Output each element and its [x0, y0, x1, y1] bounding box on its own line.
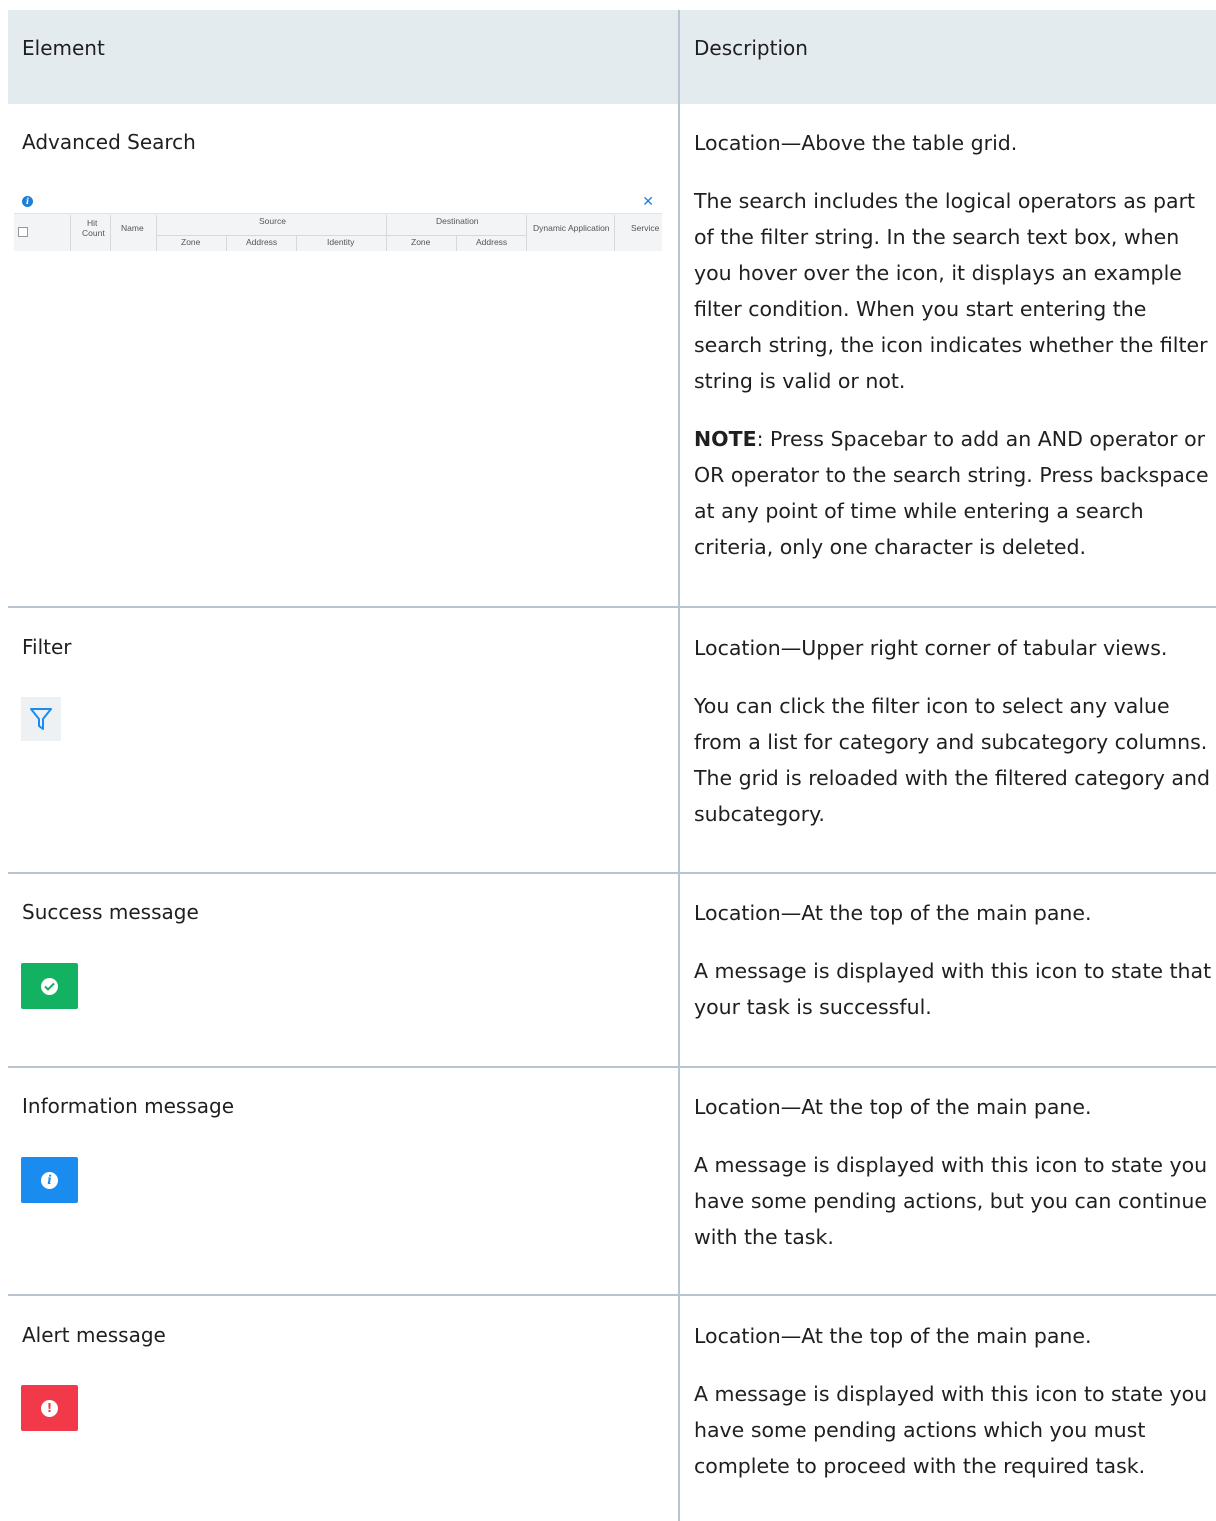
col-source: Source	[259, 216, 286, 226]
col-dest-address: Address	[476, 237, 508, 247]
desc-information: Location—At the top of the main pane. A …	[694, 1089, 1214, 1255]
col-hit: Hit	[87, 218, 98, 228]
row-separator	[8, 872, 1216, 874]
col-name: Name	[121, 223, 144, 233]
grid-line	[614, 215, 615, 251]
advanced-search-grid-preview: i ✕ Hit Count Name Source Destination Dy…	[14, 191, 662, 251]
col-destination: Destination	[436, 216, 479, 226]
desc-body: You can click the filter icon to select …	[694, 694, 1210, 826]
grid-line	[156, 235, 526, 236]
grid-line	[526, 215, 527, 251]
col-source-identity: Identity	[327, 237, 355, 247]
desc-success: Location—At the top of the main pane. A …	[694, 895, 1214, 1025]
exclamation-icon: !	[41, 1399, 58, 1417]
element-success-message: Success message	[22, 900, 199, 924]
desc-body: A message is displayed with this icon to…	[694, 1153, 1208, 1249]
desc-location: Location—Upper right corner of tabular v…	[694, 636, 1168, 660]
col-count: Count	[82, 228, 105, 238]
alert-icon-box: !	[21, 1385, 78, 1431]
info-icon[interactable]: i	[22, 196, 33, 207]
element-information-message: Information message	[22, 1094, 235, 1118]
header-element: Element	[22, 36, 105, 60]
desc-body: A message is displayed with this icon to…	[694, 1382, 1208, 1478]
col-service: Service	[631, 223, 660, 233]
close-icon[interactable]: ✕	[642, 193, 654, 210]
check-circle-icon	[41, 977, 58, 995]
filter-icon	[30, 708, 52, 730]
row-separator	[8, 606, 1216, 608]
row-separator	[8, 1066, 1216, 1068]
info-icon: i	[41, 1171, 58, 1189]
col-dest-zone: Zone	[411, 237, 431, 247]
row-separator	[8, 1294, 1216, 1296]
info-icon-box: i	[21, 1157, 78, 1203]
col-dynamic-application: Dynamic Application	[533, 223, 610, 233]
element-alert-message: Alert message	[22, 1323, 166, 1347]
grid-line	[156, 215, 157, 251]
desc-location: Location—At the top of the main pane.	[694, 1324, 1092, 1348]
grid-line	[386, 215, 387, 251]
desc-body: The search includes the logical operator…	[694, 189, 1208, 393]
table-header	[8, 10, 1216, 104]
grid-line	[456, 236, 457, 251]
desc-alert: Location—At the top of the main pane. A …	[694, 1318, 1214, 1484]
desc-location: Location—At the top of the main pane.	[694, 1095, 1092, 1119]
element-advanced-search: Advanced Search	[22, 130, 196, 154]
grid-line	[296, 236, 297, 251]
grid-line	[70, 215, 71, 251]
select-all-checkbox[interactable]	[18, 227, 28, 237]
grid-line	[110, 215, 111, 251]
desc-advanced-search: Location—Above the table grid. The searc…	[694, 125, 1214, 565]
desc-location: Location—At the top of the main pane.	[694, 901, 1092, 925]
desc-note: NOTE: Press Spacebar to add an AND opera…	[694, 421, 1214, 565]
success-icon-box	[21, 963, 78, 1009]
col-source-address: Address	[246, 237, 278, 247]
search-bar[interactable]: i ✕	[14, 191, 662, 214]
header-description: Description	[694, 36, 808, 60]
note-text: : Press Spacebar to add an AND operator …	[694, 427, 1209, 559]
filter-button[interactable]	[21, 697, 61, 741]
desc-location: Location—Above the table grid.	[694, 131, 1018, 155]
note-label: NOTE	[694, 427, 757, 451]
col-source-zone: Zone	[181, 237, 201, 247]
grid-line	[226, 236, 227, 251]
desc-filter: Location—Upper right corner of tabular v…	[694, 630, 1214, 832]
desc-body: A message is displayed with this icon to…	[694, 959, 1212, 1019]
element-filter: Filter	[22, 635, 72, 659]
